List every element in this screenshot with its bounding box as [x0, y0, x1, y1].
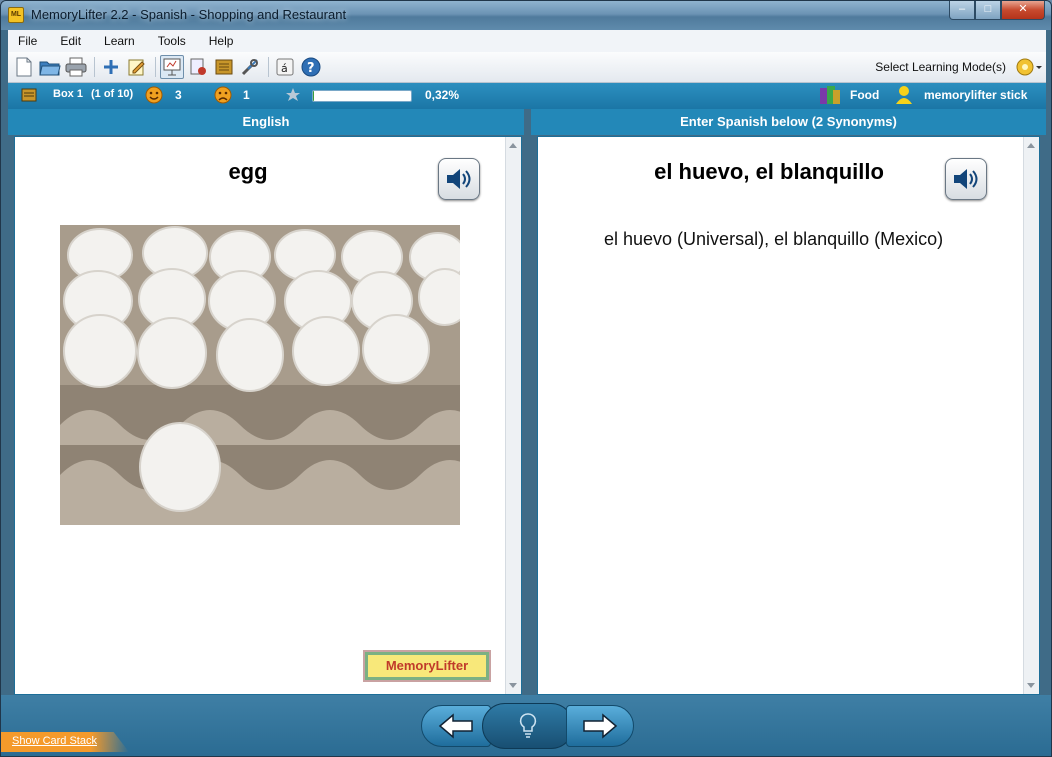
toolbar: á ? Select Learning Mode(s): [8, 52, 1046, 83]
app-icon: ML: [8, 7, 24, 23]
user-label[interactable]: memorylifter stick: [924, 88, 1027, 102]
question-scrollbar[interactable]: [505, 137, 521, 694]
smile-icon: [145, 86, 163, 107]
speaker-icon: [954, 169, 978, 189]
menu-file[interactable]: File: [16, 32, 39, 50]
question-card: egg MemoryLifter: [14, 136, 522, 695]
score-progress-bar: [312, 90, 412, 102]
settings-tools-icon[interactable]: [238, 55, 262, 79]
question-sound-button[interactable]: [438, 158, 480, 200]
svg-text:?: ?: [307, 61, 315, 76]
correct-count: 3: [175, 88, 182, 102]
app-window: ML MemoryLifter 2.2 - Spanish - Shopping…: [0, 0, 1052, 757]
question-word: egg: [228, 159, 268, 184]
memorylifter-logo: MemoryLifter: [363, 650, 491, 682]
show-card-stack-tab[interactable]: Show Card Stack: [1, 732, 129, 752]
progress-text: 0,32%: [425, 88, 460, 102]
new-file-icon[interactable]: [12, 55, 36, 79]
open-folder-icon[interactable]: [38, 55, 62, 79]
maximize-button[interactable]: □: [975, 1, 1001, 20]
answer-card: el huevo, el blanquillo el huevo (Univer…: [537, 136, 1040, 695]
answer-sound-button[interactable]: [945, 158, 987, 200]
scroll-up-arrow-icon[interactable]: [1027, 143, 1035, 148]
box-icon[interactable]: [212, 55, 236, 79]
frown-icon: [214, 86, 232, 107]
answer-header: Enter Spanish below (2 Synonyms): [531, 109, 1046, 135]
close-button[interactable]: ✕: [1001, 1, 1045, 20]
special-character-icon[interactable]: á: [273, 55, 297, 79]
svg-text:á: á: [281, 62, 288, 75]
status-bar: Box 1 (1 of 10) 3 1 0,32% Food memorylif…: [8, 83, 1046, 109]
scroll-down-arrow-icon[interactable]: [1027, 683, 1035, 688]
answer-scrollbar[interactable]: [1023, 137, 1039, 694]
lightbulb-icon: [519, 713, 537, 738]
speaker-icon: [447, 169, 471, 189]
scroll-up-arrow-icon[interactable]: [509, 143, 517, 148]
next-card-button[interactable]: [566, 705, 634, 747]
question-header: English: [8, 109, 524, 135]
learning-mode-gear-icon[interactable]: [1014, 56, 1042, 78]
learning-mode-label: Select Learning Mode(s): [875, 60, 1006, 74]
menu-help[interactable]: Help: [207, 32, 236, 50]
arrow-left-icon: [438, 713, 473, 739]
answer-detail: el huevo (Universal), el blanquillo (Mex…: [604, 229, 944, 249]
window-title: MemoryLifter 2.2 - Spanish - Shopping an…: [31, 7, 347, 22]
help-icon[interactable]: ?: [299, 55, 323, 79]
egg-image: [60, 225, 460, 525]
hint-button[interactable]: [482, 703, 574, 749]
toolbar-separator: [94, 57, 95, 77]
title-bar: ML MemoryLifter 2.2 - Spanish - Shopping…: [1, 1, 1051, 30]
answer-word: el huevo, el blanquillo: [654, 159, 884, 184]
wrong-count: 1: [243, 88, 250, 102]
box-label: Box 1: [53, 88, 83, 100]
menu-tools[interactable]: Tools: [156, 32, 188, 50]
previous-card-button[interactable]: [421, 705, 491, 747]
chapter-label[interactable]: Food: [850, 88, 879, 102]
add-card-icon[interactable]: [99, 55, 123, 79]
user-icon: [895, 85, 913, 108]
card-stack-icon[interactable]: [186, 55, 210, 79]
edit-card-icon[interactable]: [125, 55, 149, 79]
minimize-button[interactable]: –: [949, 1, 975, 20]
window-controls: – □ ✕: [949, 1, 1045, 21]
scroll-down-arrow-icon[interactable]: [509, 683, 517, 688]
menu-edit[interactable]: Edit: [58, 32, 83, 50]
toolbar-separator: [268, 57, 269, 77]
print-icon[interactable]: [64, 55, 88, 79]
menu-bar: File Edit Learn Tools Help: [8, 30, 1046, 52]
show-card-stack-link[interactable]: Show Card Stack: [12, 735, 97, 747]
toolbar-separator: [155, 57, 156, 77]
presentation-mode-icon[interactable]: [160, 55, 184, 79]
box-icon: [21, 87, 37, 106]
box-count: (1 of 10): [91, 88, 134, 100]
menu-learn[interactable]: Learn: [102, 32, 137, 50]
star-icon: [285, 87, 301, 106]
arrow-right-icon: [583, 713, 618, 739]
chapter-books-icon: [819, 85, 841, 108]
